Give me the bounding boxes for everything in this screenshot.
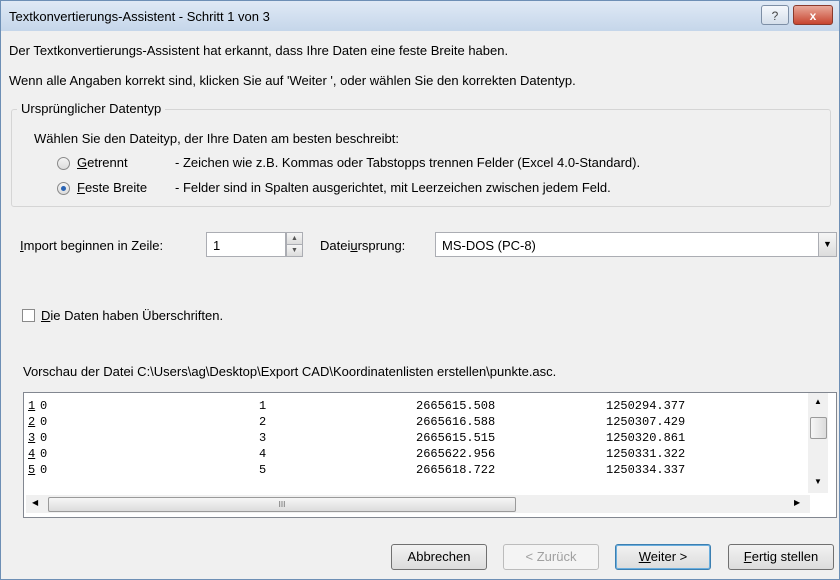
preview-row-number: 2 [28, 415, 36, 429]
preview-label: Vorschau der Datei C:\Users\ag\Desktop\E… [23, 364, 557, 379]
datatype-legend: Ursprünglicher Datentyp [17, 101, 166, 116]
preview-cell: 2665616.588 [416, 415, 496, 429]
preview-cell: 0 [40, 447, 48, 461]
radio-feste-breite-desc: - Felder sind in Spalten ausgerichtet, m… [175, 180, 611, 195]
preview-cell: 1250307.429 [606, 415, 686, 429]
preview-cell: 0 [40, 431, 48, 445]
title-bar[interactable]: Textkonvertierungs-Assistent - Schritt 1… [1, 1, 839, 31]
radio-feste-breite[interactable] [57, 182, 70, 195]
preview-cell: 0 [40, 415, 48, 429]
preview-cell: 2665618.722 [416, 463, 496, 477]
radio-getrennt-label[interactable]: Getrennt [77, 155, 128, 170]
vertical-scroll-thumb[interactable] [810, 417, 827, 439]
help-button[interactable]: ? [761, 5, 789, 25]
preview-cell: 3 [259, 431, 267, 445]
import-row-label: Import beginnen in Zeile: [20, 238, 164, 253]
radio-getrennt[interactable] [57, 157, 70, 170]
preview-row-number: 4 [28, 447, 36, 461]
scroll-right-arrow[interactable]: ▶ [794, 498, 800, 507]
scroll-up-arrow[interactable]: ▲ [814, 397, 822, 406]
scroll-left-arrow[interactable]: ◀ [32, 498, 38, 507]
origin-dropdown-button[interactable]: ▼ [818, 232, 837, 257]
preview-cell: 2665615.508 [416, 399, 496, 413]
horizontal-scrollbar[interactable]: ◀ III ▶ [26, 495, 810, 513]
preview-cell: 2 [259, 415, 267, 429]
back-button[interactable]: < Zurück [503, 544, 599, 570]
preview-row-number: 3 [28, 431, 36, 445]
preview-row-number: 1 [28, 399, 36, 413]
next-button[interactable]: Weiter > [615, 544, 711, 570]
preview-cell: 1250294.377 [606, 399, 686, 413]
preview-cell: 4 [259, 447, 267, 461]
preview-cell: 1250331.322 [606, 447, 686, 461]
intro-line-2: Wenn alle Angaben korrekt sind, klicken … [9, 73, 576, 88]
spin-down-button[interactable]: ▼ [286, 244, 303, 257]
headers-checkbox-label[interactable]: Die Daten haben Überschriften. [41, 308, 223, 323]
import-row-input[interactable]: 1 [206, 232, 286, 257]
intro-line-1: Der Textkonvertierungs-Assistent hat erk… [9, 43, 509, 58]
headers-checkbox[interactable] [22, 309, 35, 322]
radio-getrennt-desc: - Zeichen wie z.B. Kommas oder Tabstopps… [175, 155, 641, 170]
preview-cell: 1250320.861 [606, 431, 686, 445]
vertical-scrollbar[interactable]: ▲ ▼ [808, 393, 828, 493]
preview-cell: 2665622.956 [416, 447, 496, 461]
preview-box[interactable]: 1 0 1 2665615.508 1250294.377 2 0 2 2665616.588 1… [23, 392, 837, 518]
window-title: Textkonvertierungs-Assistent - Schritt 1… [9, 9, 270, 24]
preview-cell: 2665615.515 [416, 431, 496, 445]
preview-row-number: 5 [28, 463, 36, 477]
radio-feste-breite-label[interactable]: Feste Breite [77, 180, 147, 195]
preview-cell: 0 [40, 399, 48, 413]
close-button[interactable]: x [793, 5, 833, 25]
origin-select[interactable]: MS-DOS (PC-8) [435, 232, 821, 257]
horizontal-scroll-thumb[interactable]: III [48, 497, 516, 512]
preview-cell: 1 [259, 399, 267, 413]
preview-cell: 1250334.337 [606, 463, 686, 477]
dialog-window: Textkonvertierungs-Assistent - Schritt 1… [0, 0, 840, 580]
scroll-down-arrow[interactable]: ▼ [814, 477, 822, 486]
preview-cell: 5 [259, 463, 267, 477]
finish-button[interactable]: Fertig stellen [728, 544, 834, 570]
preview-cell: 0 [40, 463, 48, 477]
origin-label: Dateiursprung: [320, 238, 406, 253]
datatype-prompt: Wählen Sie den Dateityp, der Ihre Daten … [34, 131, 399, 146]
cancel-button[interactable]: Abbrechen [391, 544, 487, 570]
